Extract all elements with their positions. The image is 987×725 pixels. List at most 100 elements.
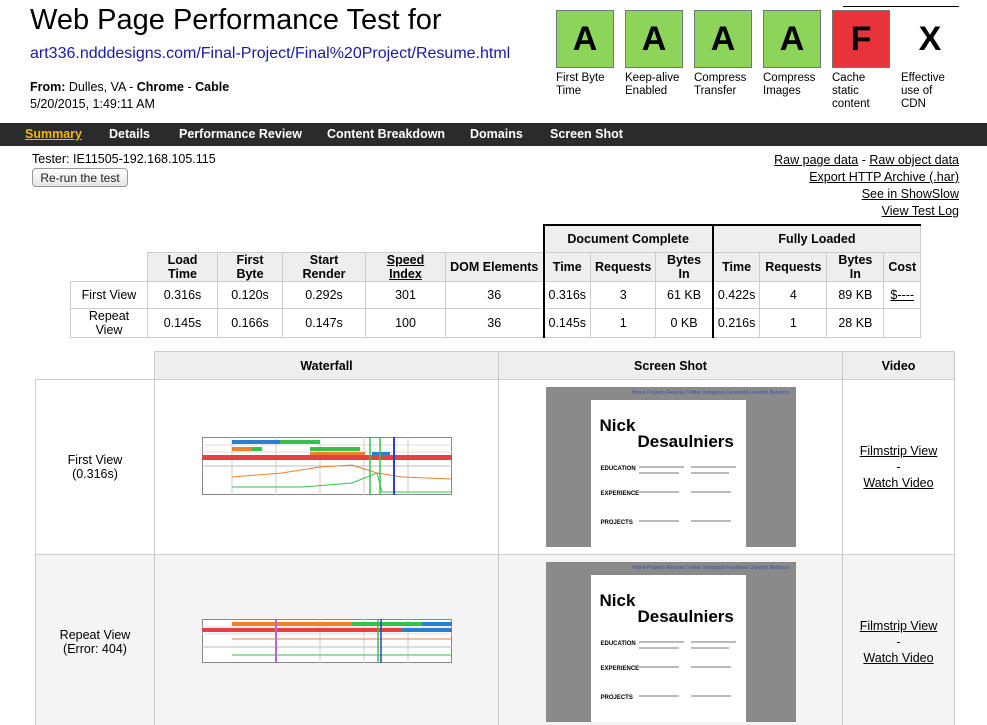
table-row: First View (0.316s) Home Projects Resume… [35,379,955,555]
filmstrip-view-link[interactable]: Filmstrip View [860,619,938,633]
shot-page: Nick Desaulniers EDUCATION EXPERIENCE PR… [590,575,746,722]
view-sublabel: (Error: 404) [63,642,127,656]
cell: 36 [445,280,544,309]
blank-cell [35,351,155,380]
shot-name-last: Desaulniers [637,607,734,626]
shot-nav: Home Projects Resume Twitter Instagram F… [632,390,790,396]
row-label: Repeat View [70,307,148,338]
cell: 0.145s [147,307,218,338]
cell: 0.216s [711,307,761,338]
grade-label: Effective use of CDN [901,72,945,110]
cell: 3 [590,280,657,309]
view-label-cell: Repeat View (Error: 404) [35,554,155,725]
tab-content-breakdown[interactable]: Content Breakdown [327,127,445,141]
from-label: From: [30,80,66,94]
cost-link[interactable]: $---- [890,288,914,302]
grade-cache-static[interactable]: F Cache static content [832,10,890,111]
screenshot-thumbnail[interactable]: Home Projects Resume Twitter Instagram F… [498,379,843,555]
grade-label: First Byte Time [556,72,605,97]
tested-url[interactable]: art336.ndddesigns.com/Final-Project/Fina… [30,45,510,63]
grade-letter: F [832,10,890,68]
from-connection: Cable [195,80,230,94]
waterfall-chart [201,618,452,663]
filmstrip-view-link[interactable]: Filmstrip View [860,444,938,458]
cell: 0.292s [282,280,366,309]
grade-letter: A [763,10,821,68]
shot-nav: Home Projects Resume Twitter Instagram F… [632,565,790,571]
waterfall-thumbnail[interactable] [154,379,499,555]
waterfall-header: Waterfall [154,351,499,380]
col-first-byte: First Byte [217,251,283,282]
cell: 0 KB [655,307,714,338]
rerun-button[interactable]: Re-run the test [32,168,128,187]
showslow-link[interactable]: See in ShowSlow [862,187,959,201]
col-dom-elements: DOM Elements [445,251,544,282]
shot-name-first: Nick [599,591,636,610]
grade-label: Compress Images [763,72,816,97]
shot-education: EDUCATION [600,641,636,647]
cell [883,307,922,338]
page-title: Web Page Performance Test for [30,4,442,36]
shot-name-first: Nick [599,416,636,435]
grade-compress-images[interactable]: A Compress Images [763,10,821,98]
grade-label: Keep-alive Enabled [625,72,680,97]
links-sep: - [858,153,870,167]
col-start-render: Start Render [282,251,366,282]
cell: 1 [759,307,828,338]
test-location: From: Dulles, VA - Chrome - Cable [30,80,229,94]
results-table: Document Complete Fully Loaded Load Time… [70,224,922,338]
col-full-bytes: Bytes In [826,251,885,282]
grade-label: Compress Transfer [694,72,747,97]
waterfall-chart [201,436,452,495]
document-complete-header: Document Complete [542,224,714,253]
tab-performance-review[interactable]: Performance Review [179,127,302,141]
table-row: Repeat View (Error: 404) Home Projects R… [35,554,955,725]
video-cell: Filmstrip View - Watch Video [842,379,955,555]
cell: 28 KB [826,307,885,338]
tab-domains[interactable]: Domains [470,127,523,141]
screenshot-image: Home Projects Resume Twitter Instagram F… [545,562,796,722]
grade-letter: A [625,10,683,68]
cell: 0.145s [542,307,592,338]
from-browser: Chrome [136,80,184,94]
grade-compress-transfer[interactable]: A Compress Transfer [694,10,752,98]
table-row: Repeat View 0.145s 0.166s 0.147s 100 36 … [70,307,922,338]
watch-video-link[interactable]: Watch Video [863,651,933,665]
shot-experience: EXPERIENCE [600,491,640,497]
view-sublabel: (0.316s) [72,467,118,481]
tab-screen-shot[interactable]: Screen Shot [550,127,623,141]
shot-name-last: Desaulniers [637,432,734,451]
table-row: First View 0.316s 0.120s 0.292s 301 36 0… [70,280,922,309]
export-har-link[interactable]: Export HTTP Archive (.har) [809,170,959,184]
cell: 0.316s [542,280,592,309]
shot-projects: PROJECTS [600,695,633,701]
cost-cell[interactable]: $---- [883,280,922,309]
col-load-time: Load Time [147,251,218,282]
link-separator: - [896,460,901,474]
grade-first-byte[interactable]: A First Byte Time [556,10,614,98]
shot-projects: PROJECTS [600,520,633,526]
tab-summary[interactable]: Summary [25,127,82,141]
row-label: First View [70,280,148,309]
col-speed-index[interactable]: Speed Index [365,251,446,282]
from-location: Dulles, VA - [68,80,137,94]
raw-page-data-link[interactable]: Raw page data [774,153,858,167]
from-sep: - [184,80,196,94]
waterfall-thumbnail[interactable] [154,554,499,725]
cell: 0.120s [217,280,283,309]
tab-details[interactable]: Details [109,127,150,141]
screenshot-thumbnail[interactable]: Home Projects Resume Twitter Instagram F… [498,554,843,725]
view-label-cell: First View (0.316s) [35,379,155,555]
grade-cdn[interactable]: X Effective use of CDN [901,10,959,111]
cell: 89 KB [826,280,885,309]
raw-object-data-link[interactable]: Raw object data [869,153,959,167]
shot-education: EDUCATION [600,466,636,472]
grade-keep-alive[interactable]: A Keep-alive Enabled [625,10,683,98]
view-test-log-link[interactable]: View Test Log [882,204,959,218]
nav-bar: Summary Details Performance Review Conte… [0,123,987,146]
screenshot-image: Home Projects Resume Twitter Instagram F… [545,387,796,547]
view-label: First View [67,453,123,467]
speed-index-link[interactable]: Speed Index [387,253,425,281]
col-doc-requests: Requests [590,251,657,282]
watch-video-link[interactable]: Watch Video [863,476,933,490]
